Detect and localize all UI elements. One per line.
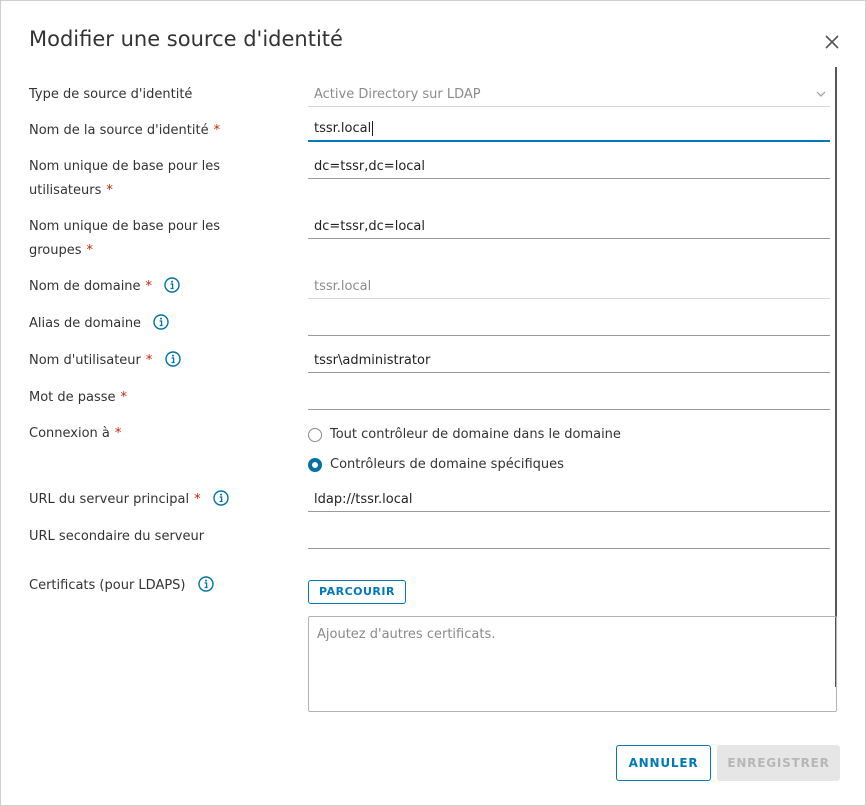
browse-button[interactable]: PARCOURIR — [308, 580, 406, 604]
domain-name-input: tssr.local — [308, 275, 830, 299]
password-input[interactable] — [308, 386, 830, 410]
username-input[interactable]: tssr\administrator — [308, 349, 830, 373]
edit-identity-source-dialog: Modifier une source d'identité Type de s… — [0, 0, 866, 806]
source-type-label: Type de source d'identité — [29, 87, 193, 102]
source-name-input[interactable]: tssr.local — [308, 117, 830, 142]
info-icon[interactable] — [153, 314, 169, 330]
chevron-down-icon — [816, 91, 826, 97]
save-button[interactable]: ENREGISTRER — [717, 745, 840, 781]
base-dn-users-label: Nom unique de base pour les utilisateurs… — [29, 159, 220, 198]
username-label: Nom d'utilisateur * — [29, 349, 181, 373]
domain-alias-input[interactable] — [308, 312, 830, 336]
info-icon[interactable] — [197, 576, 214, 592]
source-name-label: Nom de la source d'identité * — [29, 123, 221, 138]
password-label: Mot de passe * — [29, 390, 128, 405]
radio-button[interactable] — [308, 428, 322, 442]
scrollbar[interactable] — [835, 67, 837, 687]
base-dn-groups-label: Nom unique de base pour les groupes * — [29, 219, 220, 258]
cancel-button[interactable]: ANNULER — [616, 745, 711, 781]
base-dn-groups-input[interactable]: dc=tssr,dc=local — [308, 215, 830, 239]
domain-alias-label: Alias de domaine — [29, 312, 169, 336]
primary-url-input[interactable]: ldap://tssr.local — [308, 488, 830, 512]
certificates-label: Certificats (pour LDAPS) — [29, 574, 214, 598]
connect-to-label: Connexion à * — [29, 426, 122, 441]
secondary-url-input[interactable] — [308, 525, 830, 549]
info-icon[interactable] — [213, 490, 229, 506]
close-icon[interactable] — [821, 31, 843, 53]
radio-any-domain-controller[interactable]: Tout contrôleur de domaine dans le domai… — [308, 425, 621, 445]
domain-name-label: Nom de domaine * — [29, 275, 180, 299]
radio-button-checked[interactable] — [308, 458, 322, 472]
info-icon[interactable] — [164, 351, 181, 367]
info-icon[interactable] — [164, 277, 180, 293]
dialog-title: Modifier une source d'identité — [29, 27, 343, 51]
certificates-textarea[interactable]: Ajoutez d'autres certificats. — [308, 616, 837, 712]
primary-url-label: URL du serveur principal * — [29, 488, 229, 512]
source-type-select: Active Directory sur LDAP — [308, 83, 830, 107]
base-dn-users-input[interactable]: dc=tssr,dc=local — [308, 155, 830, 179]
radio-specific-domain-controllers[interactable]: Contrôleurs de domaine spécifiques — [308, 455, 564, 475]
secondary-url-label: URL secondaire du serveur — [29, 529, 205, 544]
